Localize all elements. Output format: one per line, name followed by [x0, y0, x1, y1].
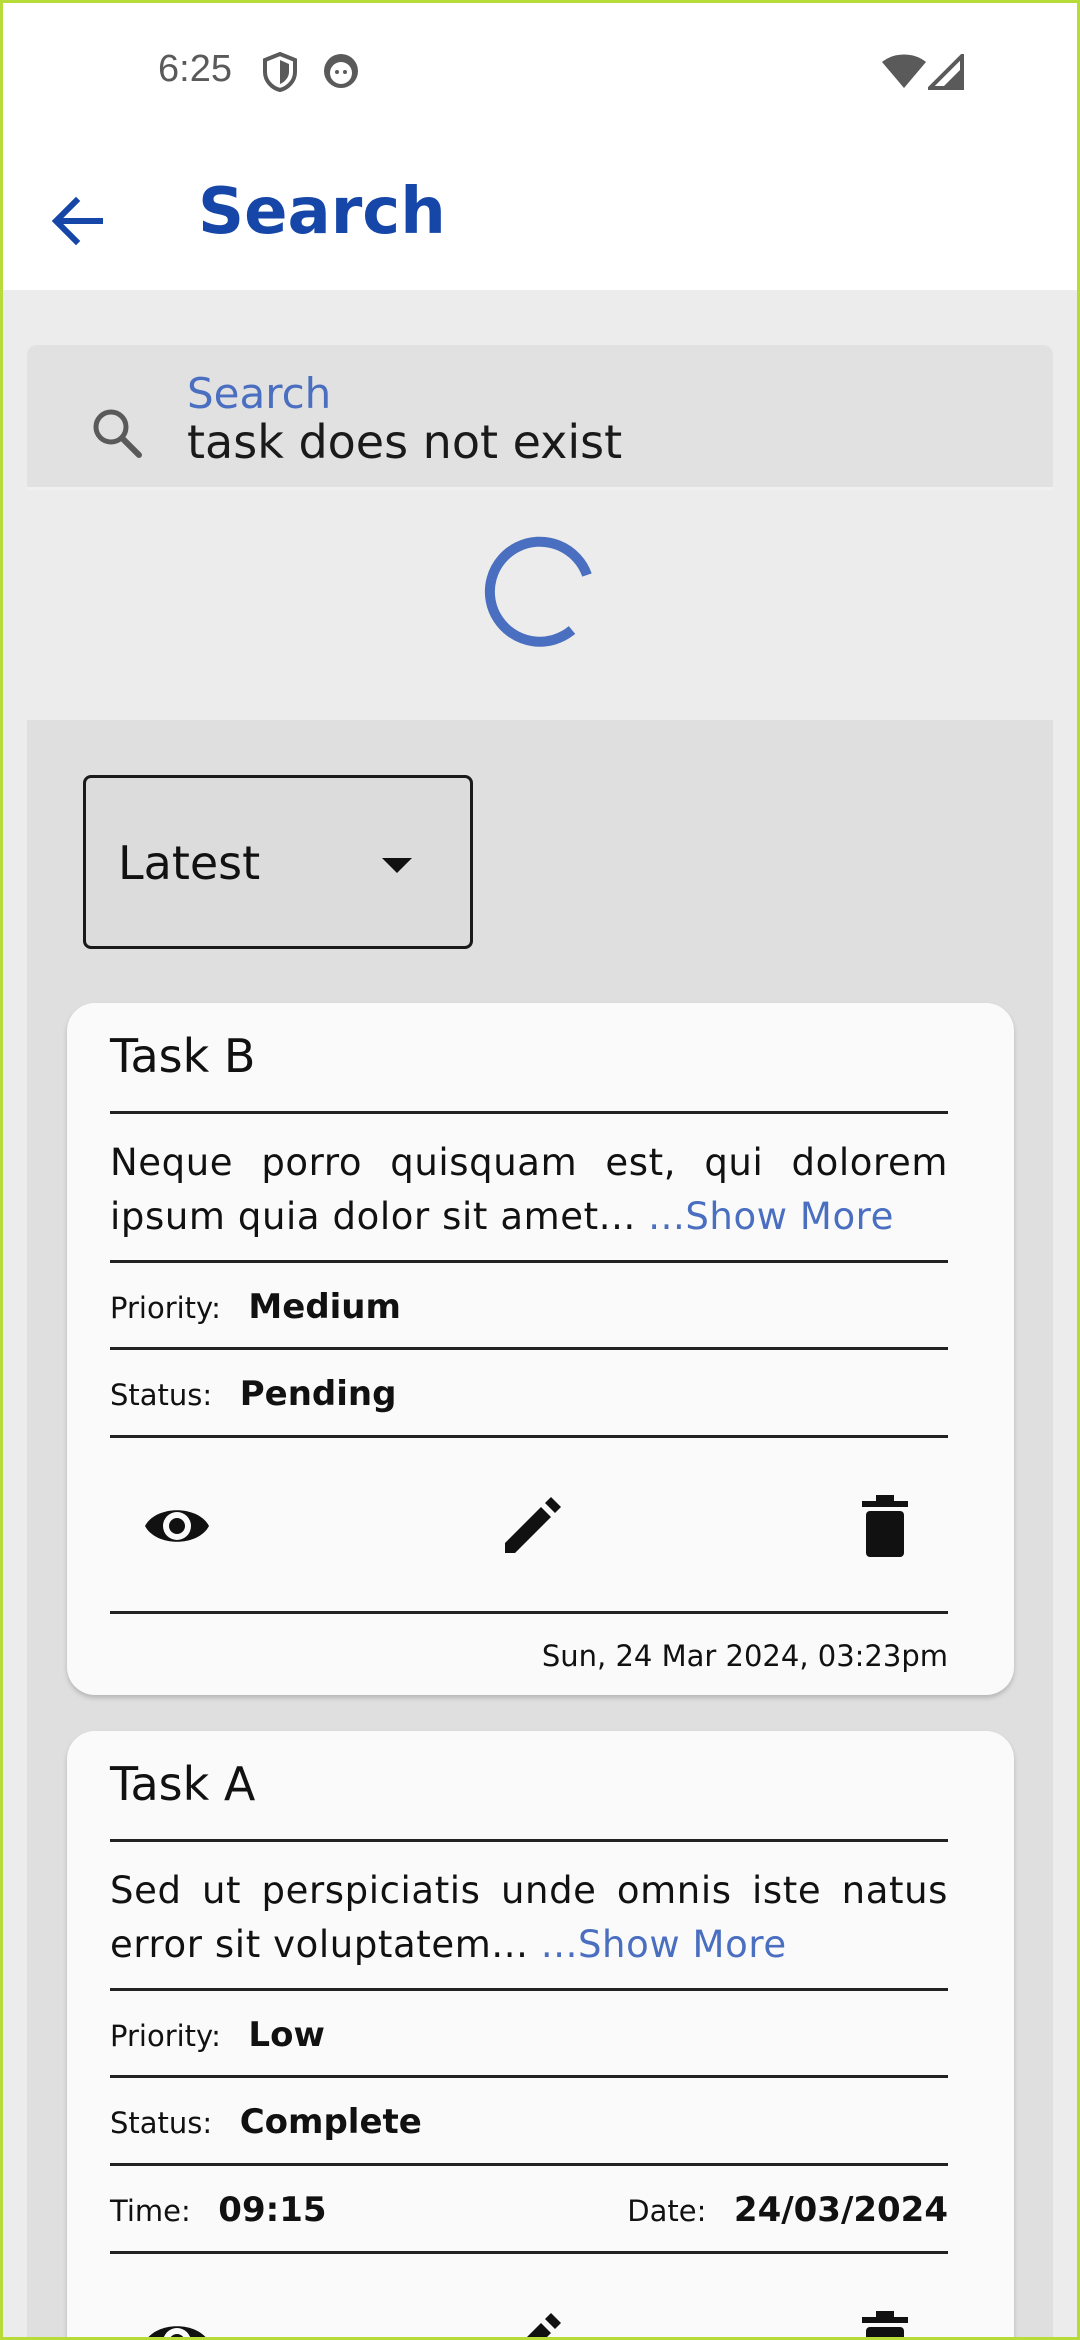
- divider: [110, 2251, 948, 2254]
- arrow-back-icon[interactable]: [42, 185, 114, 257]
- task-timestamp: Sun, 24 Mar 2024, 03:23pm: [541, 1639, 948, 1673]
- divider: [110, 1988, 948, 1991]
- divider: [110, 2163, 948, 2166]
- priority-value: Low: [248, 2015, 325, 2055]
- priority-label: Priority:: [110, 2019, 221, 2053]
- time-row: Time: 09:15: [110, 2190, 327, 2230]
- status-row: Status: Complete: [110, 2102, 422, 2142]
- delete-icon[interactable]: [850, 1491, 920, 1561]
- show-more-link[interactable]: ...Show More: [648, 1195, 894, 1238]
- face-icon: [322, 52, 360, 94]
- signal-icon: [925, 51, 964, 94]
- priority-row: Priority: Medium: [110, 1287, 401, 1327]
- time-label: Time:: [110, 2194, 191, 2228]
- divider: [110, 1347, 948, 1350]
- date-value: 24/03/2024: [733, 2190, 948, 2230]
- date-row: Date: 24/03/2024: [627, 2190, 948, 2230]
- divider: [110, 1111, 948, 1114]
- task-description: Sed ut perspiciatis unde omnis iste natu…: [110, 1864, 948, 1972]
- task-title: Task A: [110, 1757, 256, 1811]
- show-more-link[interactable]: ...Show More: [541, 1923, 787, 1966]
- sort-dropdown-value: Latest: [118, 836, 261, 890]
- divider: [110, 2075, 948, 2078]
- status-bar: 6:25: [0, 0, 1080, 145]
- priority-value: Medium: [248, 1287, 401, 1327]
- search-icon: [89, 405, 145, 461]
- wifi-icon: [880, 54, 928, 94]
- divider: [110, 1260, 948, 1263]
- priority-label: Priority:: [110, 1291, 221, 1325]
- status-time: 6:25: [158, 48, 232, 90]
- search-input[interactable]: Search task does not exist: [27, 345, 1053, 490]
- shield-icon: [262, 51, 298, 96]
- status-value: Complete: [239, 2102, 422, 2142]
- sort-dropdown[interactable]: Latest: [83, 775, 473, 949]
- task-card: Task B Neque porro quisquam est, qui dol…: [67, 1003, 1014, 1695]
- divider: [110, 1839, 948, 1842]
- task-description: Neque porro quisquam est, qui dolorem ip…: [110, 1136, 948, 1244]
- progress-spinner: [480, 532, 600, 652]
- status-row: Status: Pending: [110, 1374, 396, 1414]
- time-value: 09:15: [218, 2190, 327, 2230]
- task-description-text: Sed ut perspiciatis unde omnis iste natu…: [110, 1869, 948, 1966]
- task-title: Task B: [110, 1029, 256, 1083]
- priority-row: Priority: Low: [110, 2015, 325, 2055]
- delete-icon[interactable]: [850, 2307, 920, 2340]
- edit-icon[interactable]: [497, 2307, 567, 2340]
- search-field-value[interactable]: task does not exist: [187, 415, 622, 469]
- dropdown-arrow-icon: [382, 858, 412, 873]
- status-value: Pending: [239, 1374, 397, 1414]
- view-icon[interactable]: [142, 1491, 212, 1561]
- app-bar: Search: [0, 145, 1080, 290]
- page-title: Search: [198, 175, 446, 249]
- search-field-label: Search: [187, 369, 332, 418]
- edit-icon[interactable]: [497, 1491, 567, 1561]
- date-label: Date:: [627, 2194, 707, 2228]
- divider: [110, 1435, 948, 1438]
- task-card: Task A Sed ut perspiciatis unde omnis is…: [67, 1731, 1014, 2340]
- status-label: Status:: [110, 2106, 213, 2140]
- view-icon[interactable]: [142, 2307, 212, 2340]
- status-label: Status:: [110, 1378, 213, 1412]
- divider: [110, 1611, 948, 1614]
